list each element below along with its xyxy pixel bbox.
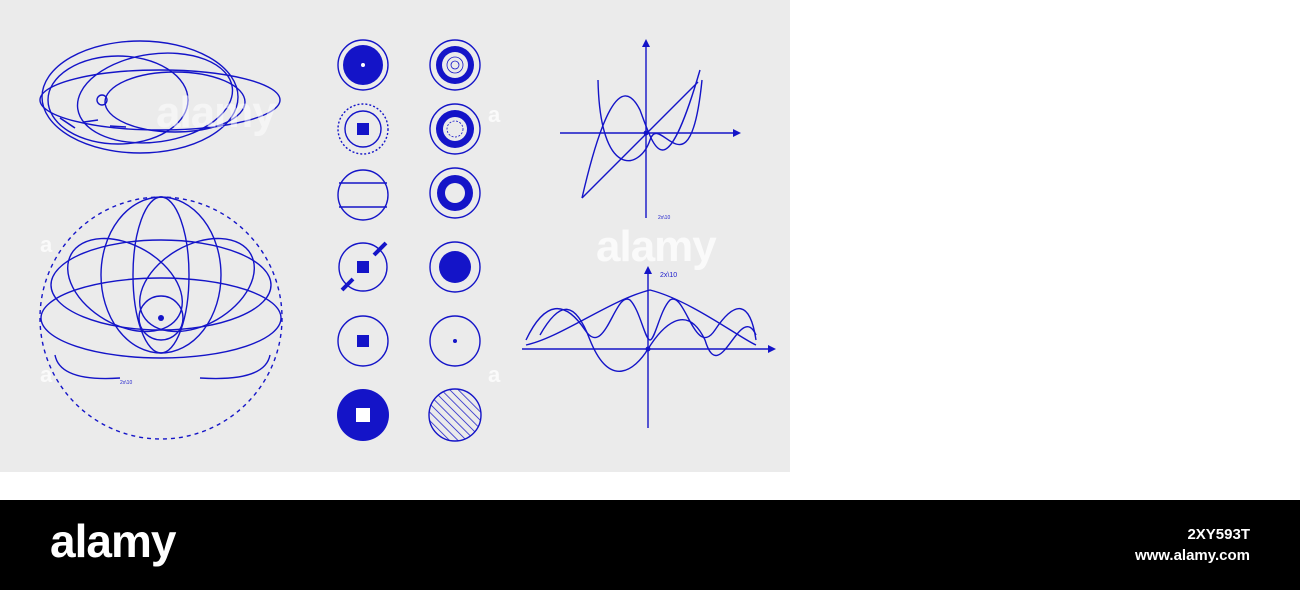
watermark-mark: a	[488, 362, 501, 387]
square-sun-icon	[337, 103, 389, 155]
watermark-top: alamy	[156, 88, 277, 137]
icon-grid-left	[337, 39, 389, 441]
footer-bar: alamy 2XY593T www.alamy.com	[0, 500, 1300, 590]
graph-top-label: 2x\10	[658, 215, 670, 221]
watermark-mark: a	[40, 232, 53, 257]
thick-ring-icon	[429, 167, 481, 219]
graph-bottom	[522, 272, 768, 428]
watermark-center: alamy	[596, 222, 717, 271]
concentric-rings-icon	[429, 39, 481, 91]
dot-in-circle-icon	[429, 315, 481, 367]
dot-in-disc-icon	[429, 241, 481, 293]
graph-bottom-label: 2x\10	[660, 272, 677, 279]
image-id: 2XY593T	[1187, 526, 1250, 543]
hatched-disc-icon	[428, 388, 482, 442]
banded-circle-icon	[337, 169, 389, 221]
brand-logo[interactable]: alamy	[50, 514, 176, 568]
artwork-canvas: 2x\10 2x\10 2x\10 alamy alamy a a a a	[0, 0, 790, 472]
watermark-mark: a	[488, 102, 501, 127]
site-url[interactable]: www.alamy.com	[1135, 547, 1250, 564]
filled-disc-icon	[337, 39, 389, 91]
orbit-label: 2x\10	[120, 380, 132, 386]
slashed-square-circle-icon	[338, 241, 388, 292]
solid-disc-square-icon	[337, 389, 389, 441]
gear-rings-icon	[429, 103, 481, 155]
watermark-mark: a	[40, 362, 53, 387]
square-in-circle-icon	[337, 315, 389, 367]
icon-grid-right	[428, 39, 482, 442]
